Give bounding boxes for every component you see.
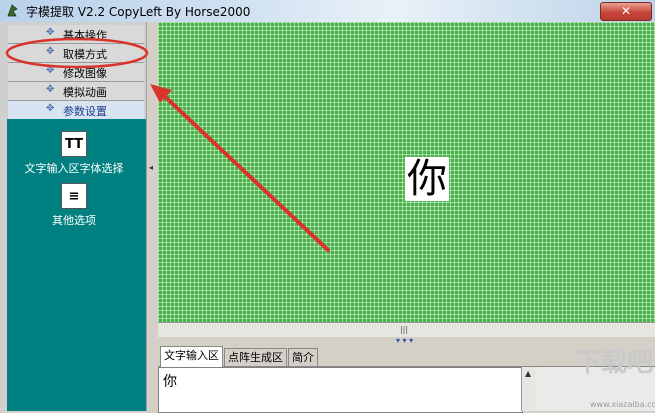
horizontal-scrollbar[interactable]: ||| [158, 322, 655, 337]
document-icon: ≡ [61, 183, 87, 209]
tab-text-input[interactable]: 文字输入区 [160, 346, 223, 368]
bullet-icon: ✥ [46, 84, 55, 95]
glyph-character: 你 [407, 156, 447, 202]
chevron-down-icon[interactable]: ▾ ▾ ▾ [396, 336, 413, 345]
menu-item-label: 模拟动画 [63, 86, 107, 99]
tab-label: 文字输入区 [164, 349, 219, 362]
other-options-label: 其他选项 [52, 214, 96, 227]
text-input-area[interactable]: 你 [158, 367, 523, 413]
title-bar: 字模提取 V2.2 CopyLeft By Horse2000 ✕ [0, 0, 655, 23]
menu-item-label: 修改图像 [63, 67, 107, 80]
watermark-url: www.xiazaiba.com [590, 400, 655, 409]
menu-item-simulate-animation[interactable]: ✥ 模拟动画 [8, 82, 144, 101]
close-icon: ✕ [620, 4, 632, 18]
bullet-icon: ✥ [46, 27, 55, 38]
tab-introduction[interactable]: 简介 [288, 348, 318, 366]
scrollbar-thumb[interactable]: ||| [388, 325, 420, 334]
other-options-tool[interactable]: ≡ 其他选项 [14, 183, 134, 228]
bullet-icon: ✥ [46, 46, 55, 57]
tab-label: 简介 [292, 351, 314, 364]
chevron-left-icon[interactable]: ◂ [149, 163, 153, 172]
tab-label: 点阵生成区 [228, 351, 283, 364]
bullet-icon: ✥ [46, 103, 55, 114]
menu-item-basic-operations[interactable]: ✥ 基本操作 [8, 25, 144, 44]
font-icon: TT [61, 131, 87, 157]
text-input-content: 你 [163, 374, 177, 390]
app-logo-icon [7, 4, 18, 17]
tool-panel: TT 文字输入区字体选择 ≡ 其他选项 [7, 119, 146, 411]
menu-item-label: 取模方式 [63, 48, 107, 61]
tab-matrix-output[interactable]: 点阵生成区 [224, 348, 287, 366]
font-icon-glyph: TT [64, 136, 84, 152]
font-select-label: 文字输入区字体选择 [24, 162, 124, 175]
menu-item-edit-image[interactable]: ✥ 修改图像 [8, 63, 144, 82]
chevron-up-icon[interactable]: ▲ [525, 369, 531, 378]
bullet-icon: ✥ [46, 65, 55, 76]
font-select-tool[interactable]: TT 文字输入区字体选择 [14, 131, 134, 176]
watermark-logo: 下载吧 [574, 348, 653, 378]
text-input-scrollbar[interactable]: ▲ [521, 367, 538, 411]
menu-item-label: 参数设置 [63, 105, 107, 118]
window-title: 字模提取 V2.2 CopyLeft By Horse2000 [26, 5, 251, 19]
menu-item-parameter-settings[interactable]: ✥ 参数设置 [8, 101, 144, 120]
horizontal-splitter[interactable]: ▾ ▾ ▾ [158, 336, 655, 346]
glyph-preview: 你 [405, 157, 449, 201]
close-button[interactable]: ✕ [600, 2, 652, 21]
menu-item-label: 基本操作 [63, 29, 107, 42]
document-icon-glyph: ≡ [68, 188, 80, 204]
menu-item-modulus-mode[interactable]: ✥ 取模方式 [8, 44, 144, 63]
